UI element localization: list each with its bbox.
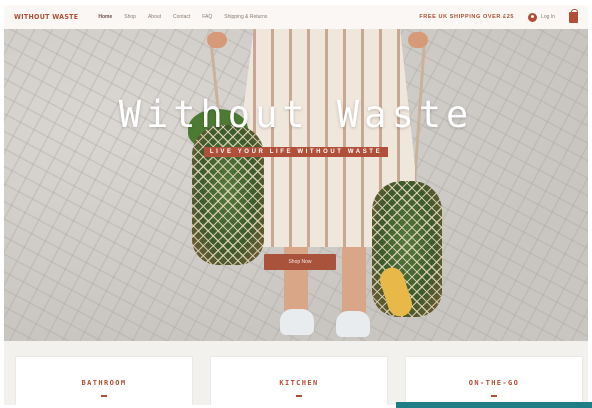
- category-card-kitchen[interactable]: KITCHEN: [211, 357, 387, 405]
- menu-item-shipping-returns[interactable]: Shipping & Returns: [224, 14, 267, 20]
- site-logo[interactable]: WITHOUT WASTE: [14, 13, 78, 21]
- category-label: BATHROOM: [81, 379, 127, 387]
- hero-photo-leg: [284, 239, 308, 317]
- menu-item-home[interactable]: Home: [98, 14, 112, 20]
- menu-item-about[interactable]: About: [148, 14, 161, 20]
- divider: [296, 395, 302, 397]
- login-link[interactable]: Log In: [528, 12, 555, 22]
- hero-photo-hand: [408, 32, 428, 48]
- menu-item-shop[interactable]: Shop: [124, 14, 136, 20]
- user-circle-icon: [528, 12, 538, 22]
- teal-accent-bar: [396, 402, 592, 408]
- category-label: KITCHEN: [279, 379, 319, 387]
- free-shipping-banner: FREE UK SHIPPING OVER £25: [419, 14, 515, 20]
- main-menu: Home Shop About Contact FAQ Shipping & R…: [98, 14, 267, 20]
- shop-now-button[interactable]: Shop Now: [264, 254, 336, 270]
- shopping-bag-icon[interactable]: [569, 8, 578, 23]
- hero-photo-leg: [342, 239, 366, 319]
- menu-item-faq[interactable]: FAQ: [202, 14, 212, 20]
- hero-title: Without Waste: [118, 93, 474, 136]
- category-card-on-the-go[interactable]: ON-THE-GO: [406, 357, 582, 405]
- hero-banner: Without Waste LIVE YOUR LIFE WITHOUT WAS…: [4, 29, 588, 341]
- hero-subtitle: LIVE YOUR LIFE WITHOUT WASTE: [203, 147, 389, 157]
- login-label: Log In: [541, 14, 555, 20]
- divider: [101, 395, 107, 397]
- menu-item-contact[interactable]: Contact: [173, 14, 190, 20]
- hero-photo-hand: [207, 32, 227, 48]
- top-navigation: WITHOUT WASTE Home Shop About Contact FA…: [4, 5, 588, 29]
- divider: [491, 395, 497, 397]
- category-label: ON-THE-GO: [468, 379, 520, 387]
- hero-photo-shoe: [336, 311, 370, 337]
- category-card-bathroom[interactable]: BATHROOM: [16, 357, 192, 405]
- browser-viewport: WITHOUT WASTE Home Shop About Contact FA…: [4, 5, 588, 405]
- category-section: BATHROOM KITCHEN ON-THE-GO: [4, 341, 588, 405]
- hero-subtitle-wrap: LIVE YOUR LIFE WITHOUT WASTE: [4, 140, 588, 158]
- hero-photo-shoe: [280, 309, 314, 335]
